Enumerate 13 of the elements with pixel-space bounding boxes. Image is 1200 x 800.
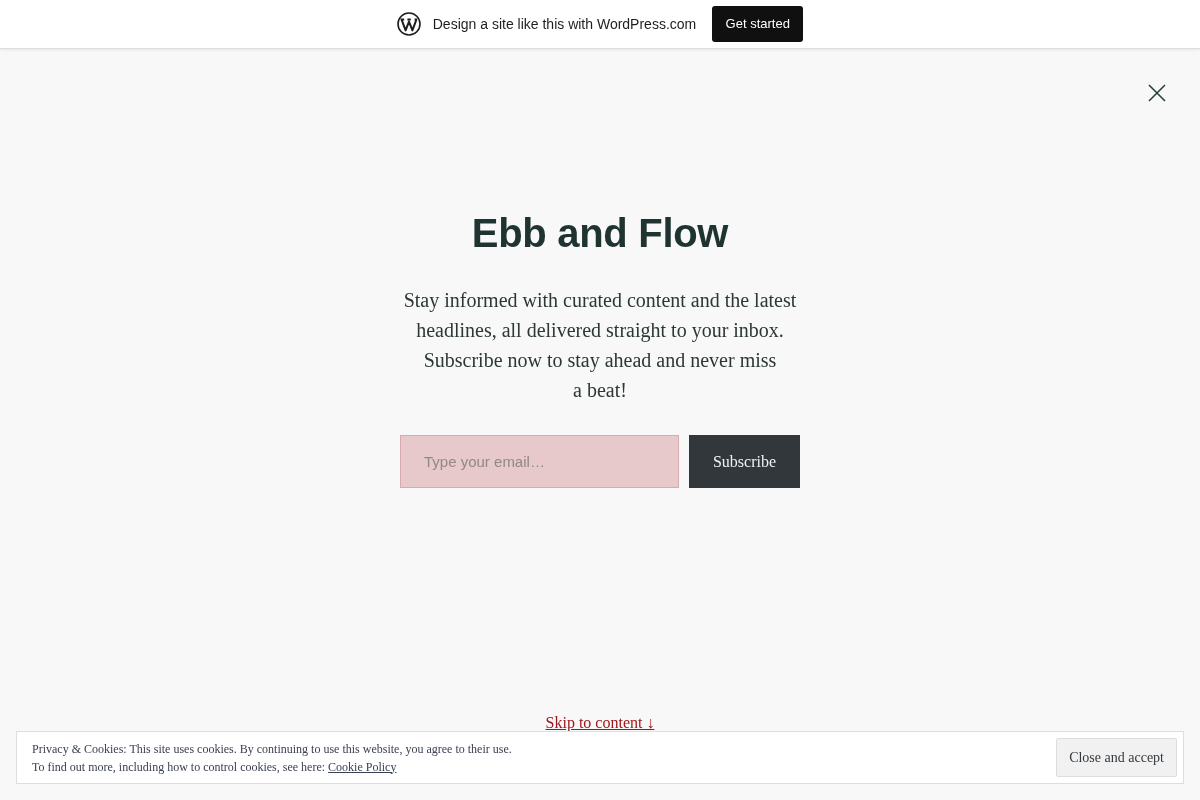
get-started-button[interactable]: Get started [712, 6, 804, 42]
close-and-accept-button[interactable]: Close and accept [1056, 738, 1177, 777]
subscribe-button[interactable]: Subscribe [689, 435, 800, 488]
site-title: Ebb and Flow [471, 213, 729, 253]
cookie-info-text: To find out more, including how to control cookies, see here: Cookie Policy [32, 758, 398, 776]
close-icon[interactable] [1148, 84, 1166, 102]
w-logo-icon[interactable] [396, 12, 421, 36]
cookie-notice-text: Privacy & Cookies: This site uses cookies. By continuing to use this website, you agree to their use. [32, 740, 512, 758]
skip-to-content-link[interactable]: Skip to content ↓ [545, 711, 655, 735]
email-field[interactable]: Type your email… [400, 435, 679, 488]
cookie-policy-link[interactable]: Cookie Policy [328, 759, 397, 774]
promo-text: Design a site like this with WordPress.com [432, 14, 697, 34]
site-description: Stay informed with curated content and the latest headlines, all delivered straight to your inbox. Subscribe now to stay ahead and never miss a beat! [402, 288, 798, 403]
